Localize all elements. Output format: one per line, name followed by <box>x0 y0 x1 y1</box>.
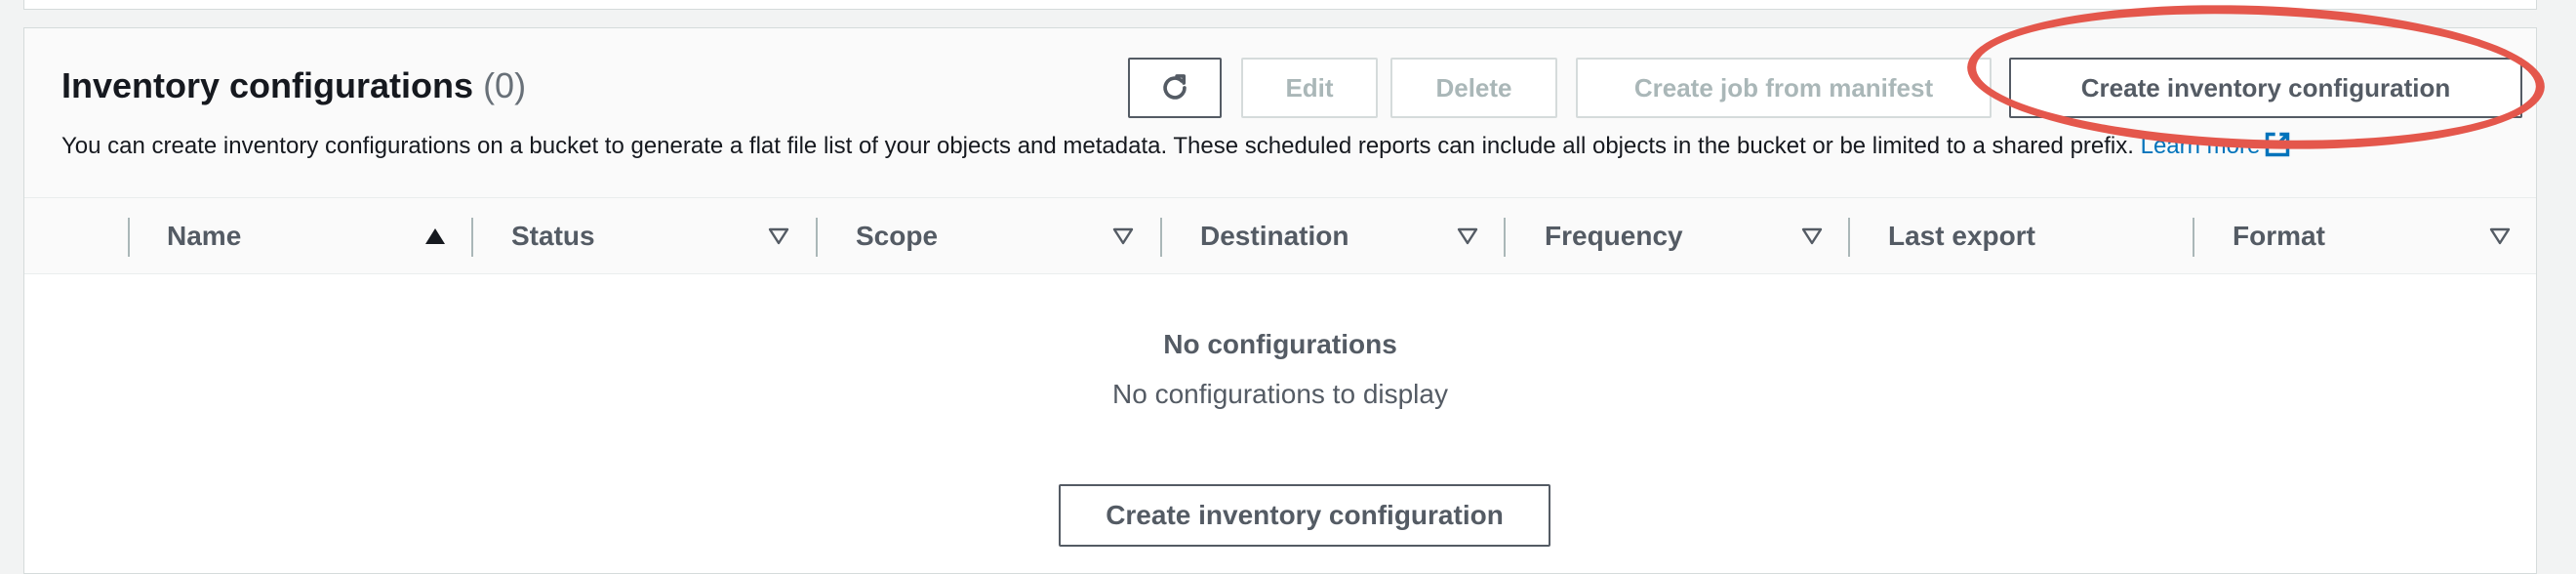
empty-state-subtitle: No configurations to display <box>1112 379 1448 409</box>
column-divider <box>1160 218 1162 257</box>
column-divider <box>1504 218 1506 257</box>
table-header: Name Status Scope Destination Frequency … <box>24 198 2536 274</box>
column-divider <box>471 218 473 257</box>
column-header-status[interactable]: Status <box>511 198 595 274</box>
panel-header: Inventory configurations (0) You can cre… <box>24 28 2536 198</box>
sort-icon[interactable] <box>1801 198 1823 274</box>
sort-icon[interactable] <box>2489 198 2511 274</box>
create-inventory-configuration-empty-button[interactable]: Create inventory configuration <box>1059 484 1550 547</box>
empty-state-title: No configurations <box>1163 329 1397 359</box>
previous-panel-edge <box>23 0 2537 10</box>
column-header-frequency[interactable]: Frequency <box>1545 198 1683 274</box>
panel-description: You can create inventory configurations … <box>61 131 2291 160</box>
refresh-button[interactable] <box>1128 58 1222 118</box>
learn-more-link[interactable]: Learn more <box>2141 133 2261 159</box>
column-divider <box>1848 218 1850 257</box>
sort-ascending-icon[interactable] <box>424 198 446 274</box>
column-header-destination[interactable]: Destination <box>1200 198 1348 274</box>
panel-title: Inventory configurations (0) <box>61 65 526 106</box>
external-link-icon[interactable] <box>2264 131 2291 158</box>
inventory-configurations-panel: Inventory configurations (0) You can cre… <box>23 27 2537 574</box>
sort-icon[interactable] <box>1112 198 1134 274</box>
column-header-scope[interactable]: Scope <box>856 198 938 274</box>
create-job-from-manifest-button[interactable]: Create job from manifest <box>1576 58 1992 118</box>
item-count: (0) <box>483 65 527 105</box>
refresh-icon <box>1163 74 1187 100</box>
column-header-format[interactable]: Format <box>2233 198 2325 274</box>
description-text: You can create inventory configurations … <box>61 133 2134 159</box>
sort-icon[interactable] <box>1457 198 1478 274</box>
create-inventory-configuration-button[interactable]: Create inventory configuration <box>2009 58 2522 118</box>
delete-button[interactable]: Delete <box>1390 58 1557 118</box>
edit-button[interactable]: Edit <box>1241 58 1378 118</box>
column-header-name[interactable]: Name <box>167 198 241 274</box>
column-header-last-export: Last export <box>1888 221 2035 251</box>
column-divider <box>2193 218 2194 257</box>
panel-title-text: Inventory configurations <box>61 65 474 105</box>
sort-icon[interactable] <box>768 198 789 274</box>
column-divider <box>816 218 818 257</box>
column-divider <box>128 218 130 257</box>
